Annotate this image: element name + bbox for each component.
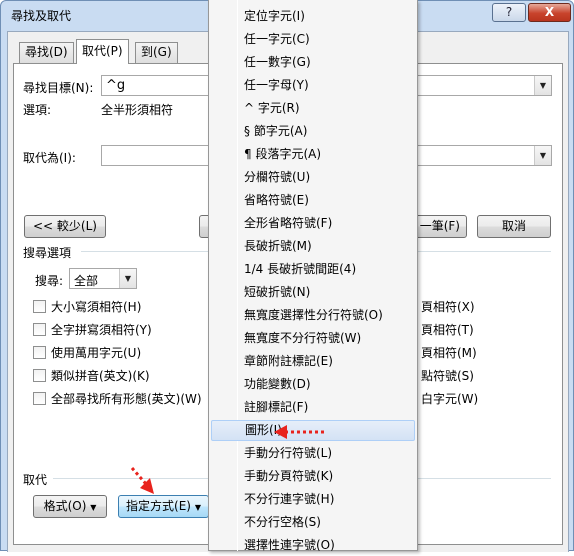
replace-dropdown-icon[interactable]: ▼ <box>534 146 551 165</box>
checkbox-match-case[interactable]: 大小寫須相符(H) <box>33 298 141 314</box>
replace-label: 取代為(I): <box>23 151 76 165</box>
menu-item-any-letter[interactable]: 任一字母(Y) <box>211 75 415 96</box>
checkbox-box[interactable] <box>33 346 46 359</box>
checkbox-box[interactable] <box>33 323 46 336</box>
cancel-button[interactable]: 取消 <box>477 215 551 238</box>
menu-item-nonbreaking-space[interactable]: 不分行空格(S) <box>211 512 415 533</box>
tab-find[interactable]: 尋找(D) <box>19 42 74 63</box>
checkbox-box[interactable] <box>33 300 46 313</box>
menu-item-zero-width-non-break[interactable]: 無寬度不分行符號(W) <box>211 328 415 349</box>
menu-item-nonbreaking-hyphen[interactable]: 不分行連字號(H) <box>211 489 415 510</box>
checkbox-box[interactable] <box>33 369 46 382</box>
help-button[interactable]: ? <box>492 3 526 22</box>
find-value: ^g <box>106 78 126 93</box>
special-button[interactable]: 指定方式(E) ▼ <box>118 495 209 518</box>
menu-item-fullwidth-ellipsis[interactable]: 全形省略符號(F) <box>211 213 415 234</box>
menu-item-quarter-em-space[interactable]: 1/4 長破折號間距(4) <box>211 259 415 280</box>
dropdown-arrow-icon: ▼ <box>194 503 201 512</box>
tab-goto[interactable]: 到(G) <box>135 42 178 63</box>
checkbox-sounds-like[interactable]: 類似拼音(英文)(K) <box>33 367 150 383</box>
checkbox-whole-word[interactable]: 全字拼寫須相符(Y) <box>33 321 152 337</box>
dropdown-arrow-icon: ▼ <box>90 503 97 512</box>
menu-item-paragraph-character[interactable]: ¶ 段落字元(A) <box>211 144 415 165</box>
annotation-arrow-button <box>130 467 154 494</box>
menu-item-endnote-mark[interactable]: 章節附註標記(E) <box>211 351 415 372</box>
menu-item-manual-page-break[interactable]: 手動分頁符號(K) <box>211 466 415 487</box>
find-label: 尋找目標(N): <box>23 81 94 95</box>
direction-dropdown-icon[interactable]: ▼ <box>119 269 136 288</box>
menu-item-zero-width-optional-break[interactable]: 無寬度選擇性分行符號(O) <box>211 305 415 326</box>
find-dropdown-icon[interactable]: ▼ <box>534 76 551 95</box>
search-options-title: 搜尋選項 <box>23 246 72 260</box>
search-direction-label: 搜尋: <box>35 274 64 288</box>
menu-item-caret-character[interactable]: ^ 字元(R) <box>211 98 415 119</box>
options-value: 全半形須相符 <box>101 103 174 117</box>
menu-item-footnote-mark[interactable]: 註腳標記(F) <box>211 397 415 418</box>
replace-section-title: 取代 <box>23 473 48 487</box>
checkbox-all-word-forms[interactable]: 全部尋找所有形態(英文)(W) <box>33 390 202 406</box>
format-button[interactable]: 格式(O) ▼ <box>33 495 107 518</box>
menu-item-manual-line-break[interactable]: 手動分行符號(L) <box>211 443 415 464</box>
menu-item-any-digit[interactable]: 任一數字(G) <box>211 52 415 73</box>
menu-item-field[interactable]: 功能變數(D) <box>211 374 415 395</box>
menu-item-column-break[interactable]: 分欄符號(U) <box>211 167 415 188</box>
annotation-arrow-menu <box>274 425 324 439</box>
special-popup-menu: 定位字元(I) 任一字元(C) 任一數字(G) 任一字母(Y) ^ 字元(R) … <box>208 0 418 552</box>
tab-replace[interactable]: 取代(P) <box>76 39 129 64</box>
close-button[interactable]: X <box>528 3 571 22</box>
menu-item-optional-hyphen[interactable]: 選擇性連字號(O) <box>211 535 415 556</box>
menu-item-em-dash[interactable]: 長破折號(M) <box>211 236 415 257</box>
options-label: 選項: <box>23 103 52 117</box>
checkbox-box[interactable] <box>33 392 46 405</box>
menu-item-ellipsis[interactable]: 省略符號(E) <box>211 190 415 211</box>
search-direction-select[interactable]: 全部 ▼ <box>69 268 137 289</box>
search-direction-value: 全部 <box>74 274 99 288</box>
menu-item-section-character[interactable]: § 節字元(A) <box>211 121 415 142</box>
checkbox-wildcards[interactable]: 使用萬用字元(U) <box>33 344 141 360</box>
less-button[interactable]: << 較少(L) <box>24 215 106 238</box>
window-title: 尋找及取代 <box>11 9 72 23</box>
menu-item-any-character[interactable]: 任一字元(C) <box>211 29 415 50</box>
menu-item-en-dash[interactable]: 短破折號(N) <box>211 282 415 303</box>
menu-item-tab-character[interactable]: 定位字元(I) <box>211 6 415 27</box>
